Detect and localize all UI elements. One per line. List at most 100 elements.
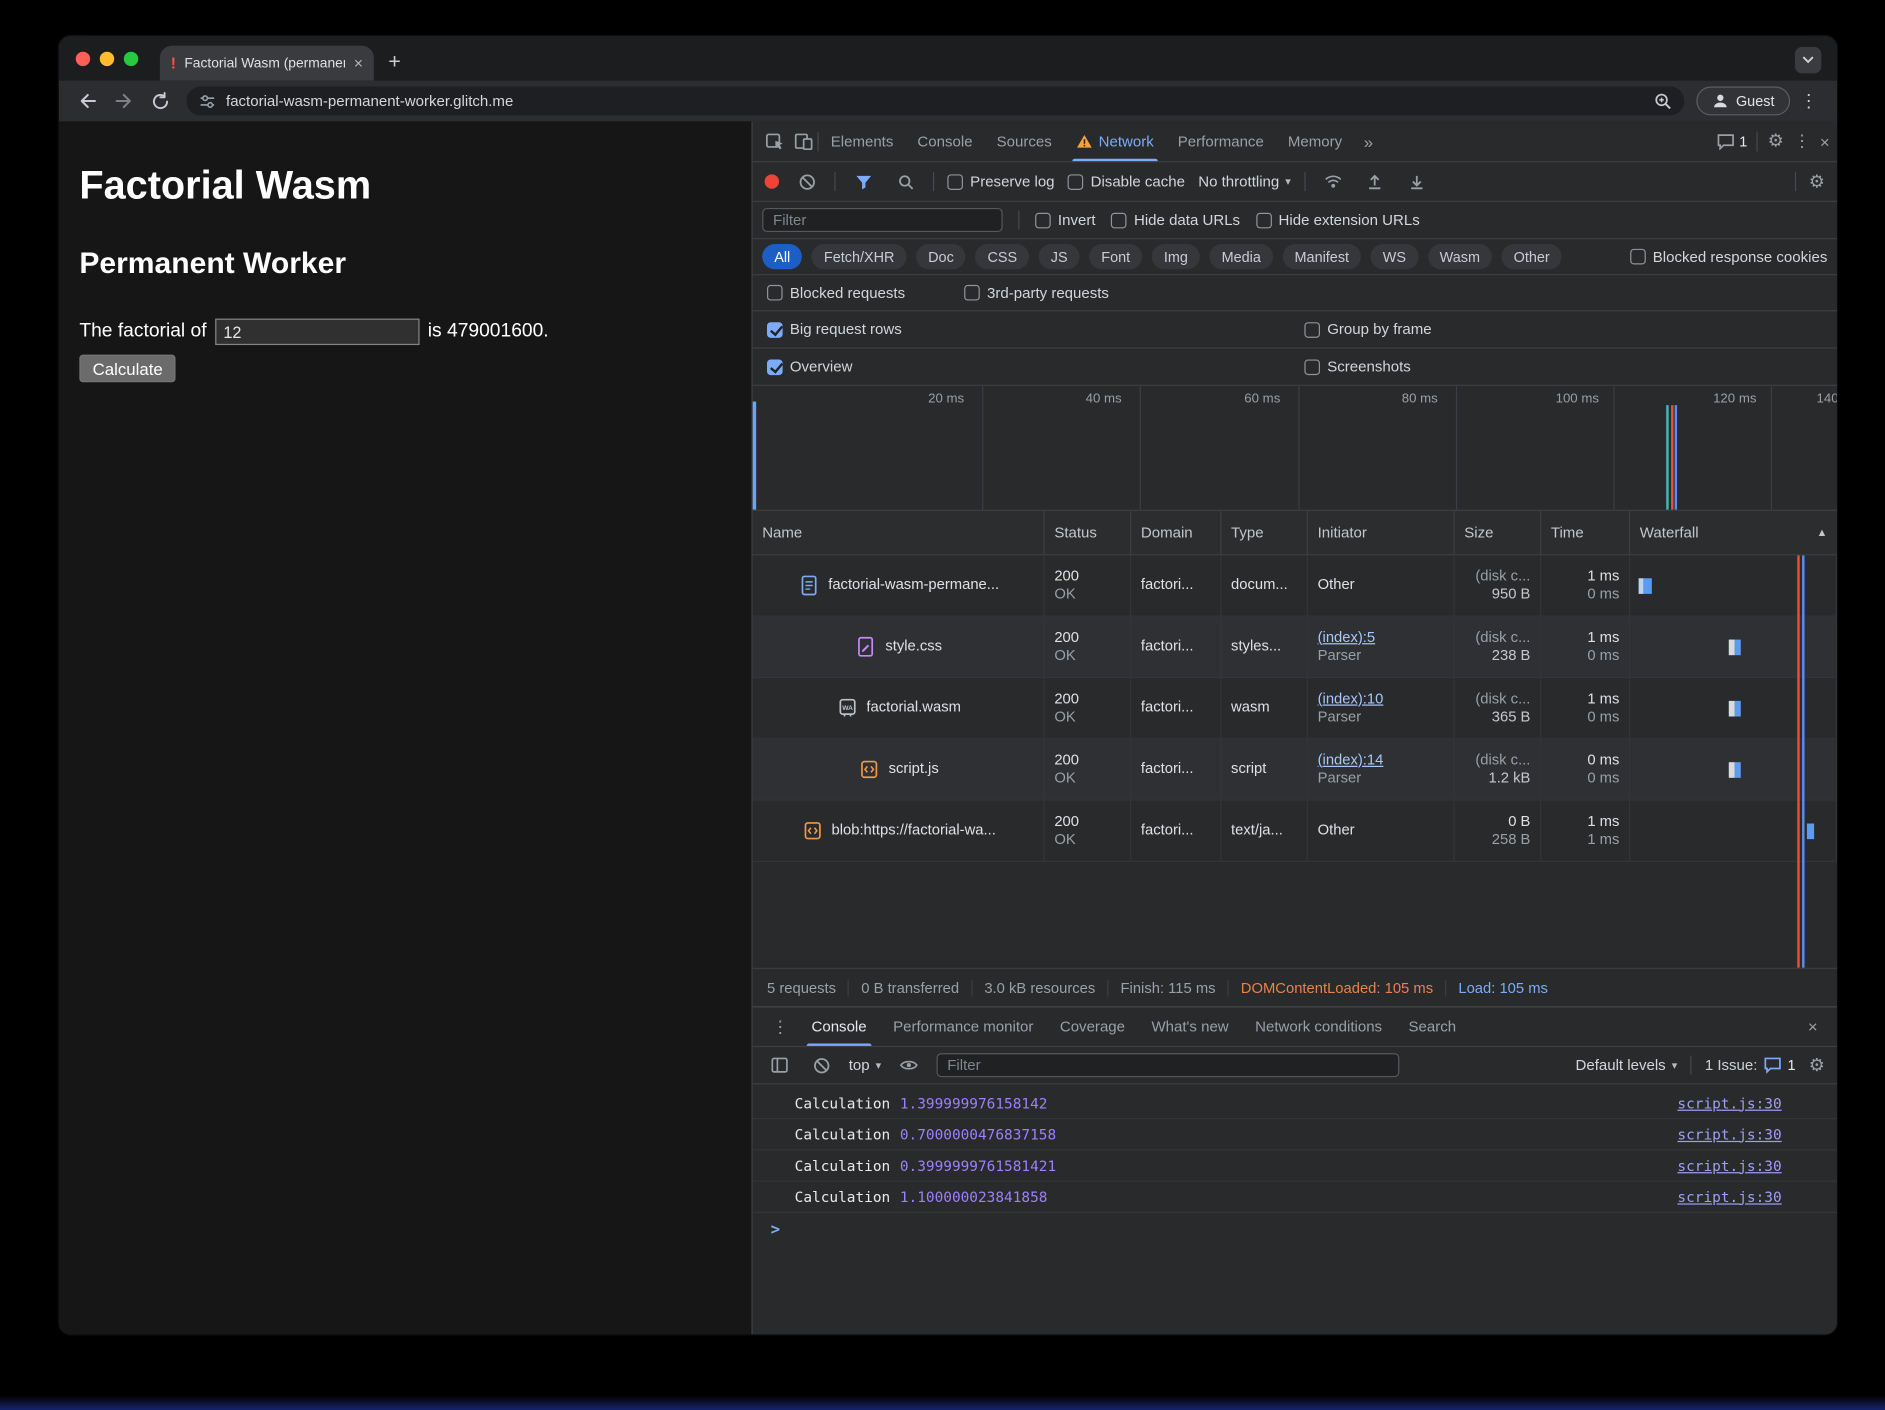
chip-other[interactable]: Other xyxy=(1502,244,1562,269)
column-header-status[interactable]: Status xyxy=(1045,511,1132,554)
close-devtools-button[interactable]: × xyxy=(1820,132,1830,151)
tab-elements[interactable]: Elements xyxy=(819,121,906,161)
devtools-menu-button[interactable]: ⋮ xyxy=(1793,131,1810,151)
clear-network-log-button[interactable] xyxy=(792,167,821,196)
hide-extension-urls-checkbox[interactable]: Hide extension URLs xyxy=(1256,212,1420,229)
console-sidebar-toggle[interactable] xyxy=(765,1051,794,1080)
execution-context-select[interactable]: top ▾ xyxy=(849,1057,881,1074)
issues-link[interactable]: 1 Issue: 1 xyxy=(1705,1057,1796,1074)
column-header-time[interactable]: Time xyxy=(1541,511,1630,554)
filter-toggle-button[interactable] xyxy=(849,167,878,196)
big-request-rows-checkbox[interactable]: Big request rows xyxy=(767,321,1304,338)
column-header-type[interactable]: Type xyxy=(1221,511,1308,554)
table-row[interactable]: blob:https://factorial-wa... 200OK facto… xyxy=(753,801,1837,862)
drawer-tab-network-conditions[interactable]: Network conditions xyxy=(1242,1007,1395,1045)
drawer-tab-performance-monitor[interactable]: Performance monitor xyxy=(880,1007,1047,1045)
more-tabs-button[interactable]: » xyxy=(1354,132,1383,151)
minimize-window-button[interactable] xyxy=(100,52,114,66)
table-row[interactable]: script.js 200OK factori... script (index… xyxy=(753,739,1837,800)
network-settings-gear-icon[interactable]: ⚙ xyxy=(1809,173,1825,191)
drawer-tab-console[interactable]: Console xyxy=(798,1007,880,1045)
chip-all[interactable]: All xyxy=(762,244,802,269)
drawer-tab-coverage[interactable]: Coverage xyxy=(1047,1007,1139,1045)
network-filter-input[interactable] xyxy=(762,208,1002,232)
network-table-body[interactable]: factorial-wasm-permane... 200OK factori.… xyxy=(753,555,1837,967)
zoom-button[interactable] xyxy=(1653,91,1672,110)
issues-counter[interactable]: 1 xyxy=(1716,133,1747,150)
browser-tab[interactable]: ! Factorial Wasm (permanent W × xyxy=(160,46,374,81)
log-levels-select[interactable]: Default levels ▾ xyxy=(1575,1057,1677,1074)
import-har-button[interactable] xyxy=(1403,167,1432,196)
disable-cache-checkbox[interactable]: Disable cache xyxy=(1068,173,1185,190)
network-search-button[interactable] xyxy=(891,167,920,196)
tab-sources[interactable]: Sources xyxy=(985,121,1064,161)
maximize-window-button[interactable] xyxy=(124,52,138,66)
drawer-menu-button[interactable]: ⋮ xyxy=(762,1016,798,1036)
chip-manifest[interactable]: Manifest xyxy=(1283,244,1362,269)
tab-search-button[interactable] xyxy=(1795,47,1821,73)
tab-performance[interactable]: Performance xyxy=(1166,121,1276,161)
group-by-frame-checkbox[interactable]: Group by frame xyxy=(1304,321,1431,338)
chip-css[interactable]: CSS xyxy=(975,244,1029,269)
export-har-button[interactable] xyxy=(1360,167,1389,196)
calculate-button[interactable]: Calculate xyxy=(79,355,176,383)
profile-badge[interactable]: Guest xyxy=(1696,87,1790,116)
source-link[interactable]: script.js:30 xyxy=(1677,1188,1781,1205)
network-conditions-button[interactable] xyxy=(1318,167,1347,196)
tab-close-icon[interactable]: × xyxy=(354,55,363,71)
chip-doc[interactable]: Doc xyxy=(916,244,966,269)
tab-console[interactable]: Console xyxy=(905,121,984,161)
source-link[interactable]: script.js:30 xyxy=(1677,1095,1781,1112)
preserve-log-checkbox[interactable]: Preserve log xyxy=(947,173,1054,190)
table-row[interactable]: factorial-wasm-permane... 200OK factori.… xyxy=(753,555,1837,616)
address-bar[interactable]: factorial-wasm-permanent-worker.glitch.m… xyxy=(186,87,1684,116)
throttling-select[interactable]: No throttling ▾ xyxy=(1198,173,1290,190)
console-filter-input[interactable] xyxy=(936,1053,1399,1077)
column-header-size[interactable]: Size xyxy=(1455,511,1542,554)
forward-button[interactable] xyxy=(107,84,141,118)
chip-ws[interactable]: WS xyxy=(1371,244,1418,269)
blocked-requests-checkbox[interactable]: Blocked requests xyxy=(767,284,964,301)
chip-media[interactable]: Media xyxy=(1210,244,1273,269)
drawer-tab-search[interactable]: Search xyxy=(1395,1007,1469,1045)
tab-memory[interactable]: Memory xyxy=(1276,121,1354,161)
back-button[interactable] xyxy=(71,84,105,118)
chip-fetch-xhr[interactable]: Fetch/XHR xyxy=(812,244,907,269)
inspect-button[interactable] xyxy=(760,127,789,156)
device-toolbar-button[interactable] xyxy=(789,127,818,156)
console-settings-gear-icon[interactable]: ⚙ xyxy=(1809,1056,1825,1074)
column-header-name[interactable]: Name xyxy=(753,511,1045,554)
column-header-waterfall[interactable]: Waterfall▲ xyxy=(1630,511,1837,554)
column-header-domain[interactable]: Domain xyxy=(1131,511,1221,554)
chip-js[interactable]: JS xyxy=(1039,244,1080,269)
close-window-button[interactable] xyxy=(76,52,90,66)
initiator-link[interactable]: (index):14 xyxy=(1318,751,1444,770)
chip-font[interactable]: Font xyxy=(1089,244,1142,269)
chip-img[interactable]: Img xyxy=(1152,244,1200,269)
hide-data-urls-checkbox[interactable]: Hide data URLs xyxy=(1111,212,1240,229)
new-tab-button[interactable]: + xyxy=(388,50,401,72)
chip-wasm[interactable]: Wasm xyxy=(1428,244,1492,269)
browser-menu-button[interactable]: ⋮ xyxy=(1792,90,1824,112)
initiator-link[interactable]: (index):5 xyxy=(1318,628,1444,647)
clear-console-button[interactable] xyxy=(807,1051,836,1080)
factorial-input[interactable] xyxy=(215,319,419,345)
blocked-response-cookies-checkbox[interactable]: Blocked response cookies xyxy=(1630,248,1827,265)
table-row[interactable]: style.css 200OK factori... styles... (in… xyxy=(753,617,1837,678)
drawer-tab-whats-new[interactable]: What's new xyxy=(1138,1007,1242,1045)
network-overview-timeline[interactable]: 20 ms 40 ms 60 ms 80 ms 100 ms 120 ms 14… xyxy=(753,386,1837,511)
url-text[interactable]: factorial-wasm-permanent-worker.glitch.m… xyxy=(226,93,1643,110)
console-prompt[interactable]: > xyxy=(753,1213,1837,1239)
third-party-requests-checkbox[interactable]: 3rd-party requests xyxy=(964,284,1109,301)
site-settings-icon[interactable] xyxy=(198,92,216,110)
screenshots-checkbox[interactable]: Screenshots xyxy=(1304,358,1410,375)
table-row[interactable]: WA factorial.wasm 200OK factori... wasm … xyxy=(753,678,1837,739)
live-expression-button[interactable] xyxy=(894,1051,923,1080)
source-link[interactable]: script.js:30 xyxy=(1677,1157,1781,1174)
close-drawer-button[interactable]: × xyxy=(1798,1017,1827,1036)
tab-network[interactable]: Network xyxy=(1064,121,1166,161)
reload-button[interactable] xyxy=(143,84,177,118)
record-icon[interactable] xyxy=(765,174,779,188)
timeline-left-handle[interactable] xyxy=(753,402,757,510)
source-link[interactable]: script.js:30 xyxy=(1677,1126,1781,1143)
